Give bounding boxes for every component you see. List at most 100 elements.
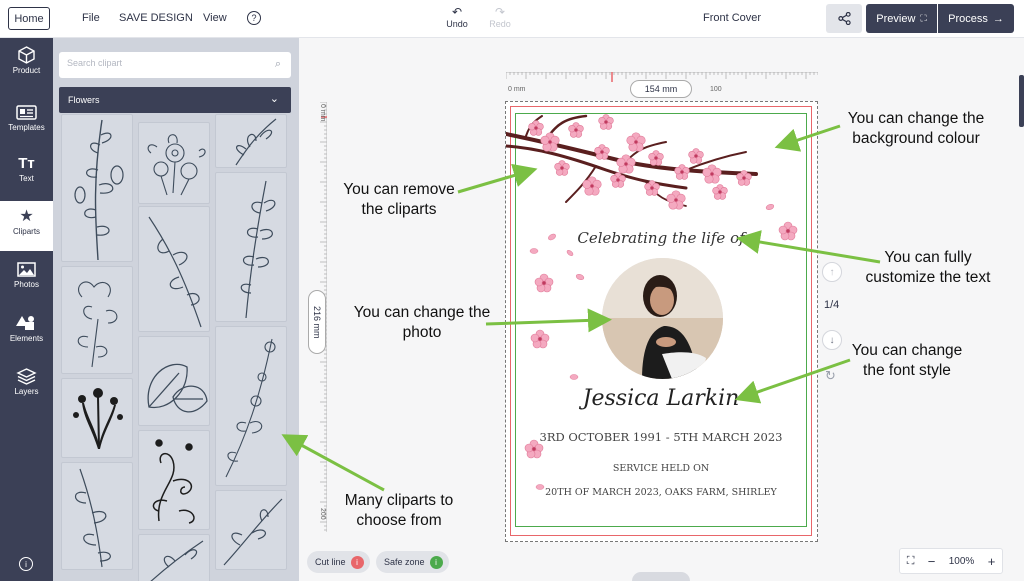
nav-label: Text bbox=[19, 174, 34, 183]
clipart-tile[interactable] bbox=[138, 430, 210, 530]
clipart-tile[interactable] bbox=[138, 534, 210, 581]
leaves-clipart bbox=[147, 363, 208, 413]
search-box: ⌕ bbox=[59, 52, 291, 78]
document-title: Front Cover bbox=[703, 12, 762, 24]
flower-stem-clipart bbox=[225, 338, 276, 478]
help-icon[interactable]: ? bbox=[247, 11, 261, 25]
preview-button[interactable]: Preview ⛶ bbox=[866, 4, 937, 33]
fern-clipart bbox=[240, 180, 276, 319]
leaf-twig-clipart bbox=[74, 468, 111, 568]
nav-text[interactable]: Tт Text bbox=[0, 148, 53, 198]
annotation-change-photo: You can change the photo bbox=[353, 304, 491, 341]
clipart-tile[interactable] bbox=[138, 122, 210, 204]
swirl-clipart bbox=[152, 439, 195, 524]
clipart-tile[interactable] bbox=[61, 462, 133, 570]
menu-view[interactable]: View bbox=[203, 12, 227, 24]
clipart-tile[interactable] bbox=[138, 336, 210, 426]
info-icon[interactable]: i bbox=[19, 557, 33, 571]
service-details-text[interactable]: 20TH OF MARCH 2023, OAKS FARM, SHIRLEY bbox=[520, 487, 802, 498]
top-bar: Home File SAVE DESIGN View ? ↶ Undo ↷ Re… bbox=[0, 0, 1024, 38]
shapes-icon bbox=[16, 316, 34, 330]
annotation-font-style: You can change the font style bbox=[851, 342, 963, 379]
nav-cliparts[interactable]: ★ Cliparts bbox=[0, 201, 53, 251]
expand-icon: ⛶ bbox=[920, 13, 927, 23]
redo-button[interactable]: ↷ Redo bbox=[485, 5, 515, 29]
star-icon: ★ bbox=[19, 208, 34, 225]
nav-elements[interactable]: Elements bbox=[0, 306, 53, 356]
clipart-tile[interactable] bbox=[215, 172, 287, 322]
annotation-background: You can change the background colour bbox=[847, 110, 985, 147]
bottom-scroll-handle[interactable] bbox=[632, 572, 690, 581]
arrow-down-icon: ↓ bbox=[829, 334, 835, 346]
info-icon: i bbox=[350, 555, 364, 569]
cut-line-label: Cut line bbox=[315, 557, 346, 567]
clipart-tile[interactable] bbox=[215, 326, 287, 486]
menu-file[interactable]: File bbox=[82, 12, 100, 24]
share-icon bbox=[837, 12, 851, 25]
annotation-remove-cliparts: You can remove the cliparts bbox=[343, 181, 455, 218]
nav-label: Cliparts bbox=[12, 227, 41, 236]
ruler-top-hundred: 100 bbox=[710, 86, 722, 93]
ruler-left-zero: 0 mm bbox=[319, 104, 326, 122]
nav-templates[interactable]: Templates bbox=[0, 95, 53, 145]
nav-label: Photos bbox=[14, 280, 39, 289]
dates-text[interactable]: 3RD OCTOBER 1991 - 5TH MARCH 2023 bbox=[520, 430, 802, 444]
branch-clipart bbox=[223, 498, 283, 566]
safe-zone-label: Safe zone bbox=[384, 557, 425, 567]
nav-layers[interactable]: Layers bbox=[0, 359, 53, 409]
undo-label: Undo bbox=[446, 19, 468, 29]
clipart-tile[interactable] bbox=[138, 206, 210, 332]
service-heading-text[interactable]: SERVICE HELD ON bbox=[520, 463, 802, 474]
leaf-sprig-clipart bbox=[235, 118, 277, 166]
page-counter: 1/4 bbox=[824, 299, 840, 311]
right-edge-scrollbar[interactable] bbox=[1019, 75, 1024, 127]
info-icon: i bbox=[429, 555, 443, 569]
nav-label: Product bbox=[12, 66, 41, 75]
home-button[interactable]: Home bbox=[8, 7, 50, 30]
annotation-customize-text: You can fully customize the text bbox=[865, 249, 991, 286]
menu-save-design[interactable]: SAVE DESIGN bbox=[119, 12, 193, 24]
process-button[interactable]: Process → bbox=[938, 4, 1014, 33]
leafy-stem-clipart bbox=[148, 216, 202, 328]
nav-product[interactable]: Product bbox=[0, 38, 53, 88]
clipart-panel: ⌕ Flowers ⌄ bbox=[53, 38, 299, 581]
nav-label: Layers bbox=[14, 387, 39, 396]
ruler-left-two-hundred: 200 bbox=[319, 508, 326, 520]
clipart-tile[interactable] bbox=[61, 378, 133, 458]
page-up-button[interactable]: ↑ bbox=[822, 262, 842, 282]
width-label: 154 mm bbox=[630, 80, 692, 98]
fit-screen-icon[interactable]: ⛶ bbox=[907, 555, 915, 568]
cover-title-text[interactable]: Celebrating the life of bbox=[520, 229, 802, 247]
leaf-branch-clipart bbox=[74, 119, 124, 261]
zoom-control: ⛶ − 100% + bbox=[899, 548, 1003, 574]
zoom-out-button[interactable]: − bbox=[928, 554, 936, 569]
flower-bunch-clipart bbox=[147, 134, 206, 196]
nav-photos[interactable]: Photos bbox=[0, 252, 53, 302]
search-icon[interactable]: ⌕ bbox=[275, 58, 281, 71]
page-down-button[interactable]: ↓ bbox=[822, 330, 842, 350]
safe-zone-toggle[interactable]: Safe zone i bbox=[376, 551, 449, 573]
black-bouquet-clipart bbox=[73, 388, 123, 449]
arrow-right-icon: → bbox=[992, 12, 1004, 25]
name-text[interactable]: Jessica Larkin bbox=[520, 386, 802, 411]
undo-button[interactable]: ↶ Undo bbox=[442, 5, 472, 29]
width-value: 154 mm bbox=[644, 84, 678, 94]
clipart-tile[interactable] bbox=[215, 490, 287, 570]
nav-label: Templates bbox=[8, 123, 45, 132]
search-input[interactable] bbox=[67, 58, 257, 68]
woman-portrait-image bbox=[602, 258, 723, 379]
zoom-level: 100% bbox=[948, 555, 975, 567]
rotate-icon[interactable]: ↻ bbox=[825, 368, 836, 384]
clipart-tile[interactable] bbox=[61, 266, 133, 374]
peony-clipart bbox=[77, 281, 118, 368]
cut-line-toggle[interactable]: Cut line i bbox=[307, 551, 370, 573]
portrait-photo[interactable] bbox=[602, 258, 723, 379]
zoom-in-button[interactable]: + bbox=[988, 554, 996, 569]
height-label: 216 mm bbox=[308, 290, 326, 354]
category-dropdown[interactable]: Flowers ⌄ bbox=[59, 87, 291, 113]
redo-icon: ↷ bbox=[494, 5, 506, 19]
clipart-tile[interactable] bbox=[61, 114, 133, 262]
text-icon: Tт bbox=[18, 155, 35, 172]
share-button[interactable] bbox=[826, 4, 862, 33]
clipart-tile[interactable] bbox=[215, 114, 287, 168]
